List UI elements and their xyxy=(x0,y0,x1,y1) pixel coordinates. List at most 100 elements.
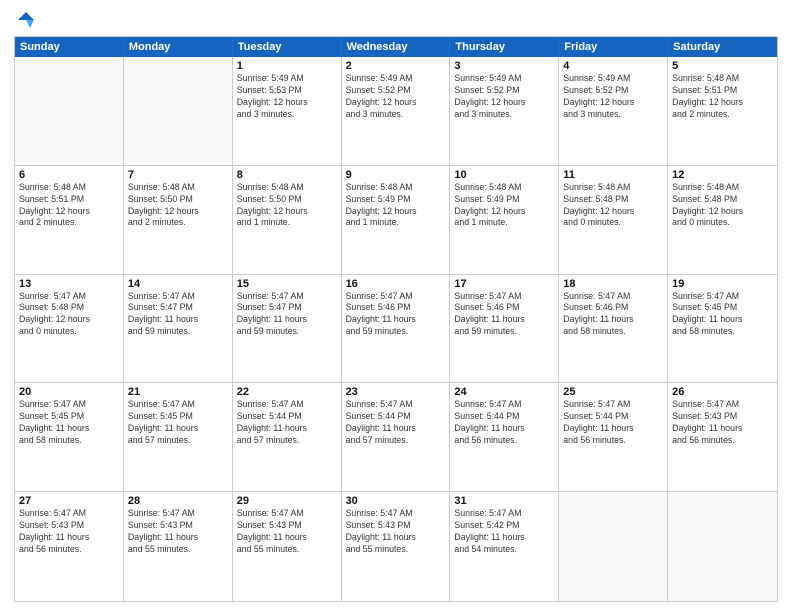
cell-info: Sunrise: 5:49 AM Sunset: 5:52 PM Dayligh… xyxy=(454,73,554,121)
calendar-cell xyxy=(124,57,233,165)
day-number: 16 xyxy=(346,278,446,290)
day-number: 28 xyxy=(128,495,228,507)
header-day-wednesday: Wednesday xyxy=(342,37,451,57)
calendar: SundayMondayTuesdayWednesdayThursdayFrid… xyxy=(14,36,778,602)
cell-info: Sunrise: 5:47 AM Sunset: 5:46 PM Dayligh… xyxy=(454,291,554,339)
header-day-tuesday: Tuesday xyxy=(233,37,342,57)
calendar-cell: 13Sunrise: 5:47 AM Sunset: 5:48 PM Dayli… xyxy=(15,275,124,383)
day-number: 30 xyxy=(346,495,446,507)
header xyxy=(14,10,778,30)
day-number: 13 xyxy=(19,278,119,290)
cell-info: Sunrise: 5:49 AM Sunset: 5:53 PM Dayligh… xyxy=(237,73,337,121)
cell-info: Sunrise: 5:47 AM Sunset: 5:45 PM Dayligh… xyxy=(672,291,773,339)
day-number: 17 xyxy=(454,278,554,290)
calendar-week-5: 27Sunrise: 5:47 AM Sunset: 5:43 PM Dayli… xyxy=(15,492,777,601)
calendar-cell: 10Sunrise: 5:48 AM Sunset: 5:49 PM Dayli… xyxy=(450,166,559,274)
calendar-cell: 7Sunrise: 5:48 AM Sunset: 5:50 PM Daylig… xyxy=(124,166,233,274)
cell-info: Sunrise: 5:49 AM Sunset: 5:52 PM Dayligh… xyxy=(346,73,446,121)
cell-info: Sunrise: 5:47 AM Sunset: 5:47 PM Dayligh… xyxy=(128,291,228,339)
cell-info: Sunrise: 5:47 AM Sunset: 5:42 PM Dayligh… xyxy=(454,508,554,556)
day-number: 23 xyxy=(346,386,446,398)
cell-info: Sunrise: 5:47 AM Sunset: 5:44 PM Dayligh… xyxy=(237,399,337,447)
calendar-cell: 17Sunrise: 5:47 AM Sunset: 5:46 PM Dayli… xyxy=(450,275,559,383)
header-day-thursday: Thursday xyxy=(450,37,559,57)
calendar-cell: 23Sunrise: 5:47 AM Sunset: 5:44 PM Dayli… xyxy=(342,383,451,491)
calendar-cell: 18Sunrise: 5:47 AM Sunset: 5:46 PM Dayli… xyxy=(559,275,668,383)
cell-info: Sunrise: 5:48 AM Sunset: 5:51 PM Dayligh… xyxy=(672,73,773,121)
header-day-saturday: Saturday xyxy=(668,37,777,57)
calendar-cell: 20Sunrise: 5:47 AM Sunset: 5:45 PM Dayli… xyxy=(15,383,124,491)
calendar-cell: 25Sunrise: 5:47 AM Sunset: 5:44 PM Dayli… xyxy=(559,383,668,491)
cell-info: Sunrise: 5:47 AM Sunset: 5:47 PM Dayligh… xyxy=(237,291,337,339)
cell-info: Sunrise: 5:47 AM Sunset: 5:43 PM Dayligh… xyxy=(237,508,337,556)
logo-icon xyxy=(16,10,36,30)
cell-info: Sunrise: 5:47 AM Sunset: 5:44 PM Dayligh… xyxy=(563,399,663,447)
cell-info: Sunrise: 5:47 AM Sunset: 5:43 PM Dayligh… xyxy=(346,508,446,556)
day-number: 10 xyxy=(454,169,554,181)
calendar-cell: 9Sunrise: 5:48 AM Sunset: 5:49 PM Daylig… xyxy=(342,166,451,274)
calendar-cell: 27Sunrise: 5:47 AM Sunset: 5:43 PM Dayli… xyxy=(15,492,124,601)
calendar-week-2: 6Sunrise: 5:48 AM Sunset: 5:51 PM Daylig… xyxy=(15,166,777,275)
day-number: 15 xyxy=(237,278,337,290)
header-day-friday: Friday xyxy=(559,37,668,57)
calendar-cell: 16Sunrise: 5:47 AM Sunset: 5:46 PM Dayli… xyxy=(342,275,451,383)
day-number: 29 xyxy=(237,495,337,507)
calendar-cell xyxy=(15,57,124,165)
cell-info: Sunrise: 5:47 AM Sunset: 5:45 PM Dayligh… xyxy=(128,399,228,447)
cell-info: Sunrise: 5:47 AM Sunset: 5:46 PM Dayligh… xyxy=(346,291,446,339)
cell-info: Sunrise: 5:47 AM Sunset: 5:44 PM Dayligh… xyxy=(346,399,446,447)
day-number: 8 xyxy=(237,169,337,181)
day-number: 19 xyxy=(672,278,773,290)
day-number: 12 xyxy=(672,169,773,181)
calendar-cell: 11Sunrise: 5:48 AM Sunset: 5:48 PM Dayli… xyxy=(559,166,668,274)
calendar-cell: 5Sunrise: 5:48 AM Sunset: 5:51 PM Daylig… xyxy=(668,57,777,165)
calendar-cell: 4Sunrise: 5:49 AM Sunset: 5:52 PM Daylig… xyxy=(559,57,668,165)
calendar-cell: 8Sunrise: 5:48 AM Sunset: 5:50 PM Daylig… xyxy=(233,166,342,274)
day-number: 9 xyxy=(346,169,446,181)
day-number: 7 xyxy=(128,169,228,181)
calendar-week-3: 13Sunrise: 5:47 AM Sunset: 5:48 PM Dayli… xyxy=(15,275,777,384)
calendar-cell: 30Sunrise: 5:47 AM Sunset: 5:43 PM Dayli… xyxy=(342,492,451,601)
cell-info: Sunrise: 5:48 AM Sunset: 5:50 PM Dayligh… xyxy=(237,182,337,230)
calendar-cell: 12Sunrise: 5:48 AM Sunset: 5:48 PM Dayli… xyxy=(668,166,777,274)
day-number: 2 xyxy=(346,60,446,72)
day-number: 20 xyxy=(19,386,119,398)
cell-info: Sunrise: 5:49 AM Sunset: 5:52 PM Dayligh… xyxy=(563,73,663,121)
day-number: 26 xyxy=(672,386,773,398)
cell-info: Sunrise: 5:47 AM Sunset: 5:43 PM Dayligh… xyxy=(19,508,119,556)
cell-info: Sunrise: 5:47 AM Sunset: 5:43 PM Dayligh… xyxy=(128,508,228,556)
cell-info: Sunrise: 5:48 AM Sunset: 5:49 PM Dayligh… xyxy=(454,182,554,230)
cell-info: Sunrise: 5:47 AM Sunset: 5:46 PM Dayligh… xyxy=(563,291,663,339)
calendar-cell: 19Sunrise: 5:47 AM Sunset: 5:45 PM Dayli… xyxy=(668,275,777,383)
cell-info: Sunrise: 5:48 AM Sunset: 5:48 PM Dayligh… xyxy=(672,182,773,230)
day-number: 1 xyxy=(237,60,337,72)
calendar-week-4: 20Sunrise: 5:47 AM Sunset: 5:45 PM Dayli… xyxy=(15,383,777,492)
cell-info: Sunrise: 5:47 AM Sunset: 5:45 PM Dayligh… xyxy=(19,399,119,447)
calendar-cell: 14Sunrise: 5:47 AM Sunset: 5:47 PM Dayli… xyxy=(124,275,233,383)
calendar-cell: 26Sunrise: 5:47 AM Sunset: 5:43 PM Dayli… xyxy=(668,383,777,491)
calendar-cell: 1Sunrise: 5:49 AM Sunset: 5:53 PM Daylig… xyxy=(233,57,342,165)
page: SundayMondayTuesdayWednesdayThursdayFrid… xyxy=(0,0,792,612)
calendar-cell: 2Sunrise: 5:49 AM Sunset: 5:52 PM Daylig… xyxy=(342,57,451,165)
day-number: 27 xyxy=(19,495,119,507)
day-number: 18 xyxy=(563,278,663,290)
calendar-cell: 31Sunrise: 5:47 AM Sunset: 5:42 PM Dayli… xyxy=(450,492,559,601)
header-day-sunday: Sunday xyxy=(15,37,124,57)
day-number: 3 xyxy=(454,60,554,72)
cell-info: Sunrise: 5:47 AM Sunset: 5:48 PM Dayligh… xyxy=(19,291,119,339)
calendar-cell: 6Sunrise: 5:48 AM Sunset: 5:51 PM Daylig… xyxy=(15,166,124,274)
calendar-body: 1Sunrise: 5:49 AM Sunset: 5:53 PM Daylig… xyxy=(15,57,777,601)
cell-info: Sunrise: 5:47 AM Sunset: 5:43 PM Dayligh… xyxy=(672,399,773,447)
cell-info: Sunrise: 5:48 AM Sunset: 5:48 PM Dayligh… xyxy=(563,182,663,230)
day-number: 6 xyxy=(19,169,119,181)
logo xyxy=(14,10,36,30)
calendar-cell: 24Sunrise: 5:47 AM Sunset: 5:44 PM Dayli… xyxy=(450,383,559,491)
calendar-cell: 29Sunrise: 5:47 AM Sunset: 5:43 PM Dayli… xyxy=(233,492,342,601)
cell-info: Sunrise: 5:48 AM Sunset: 5:49 PM Dayligh… xyxy=(346,182,446,230)
cell-info: Sunrise: 5:48 AM Sunset: 5:50 PM Dayligh… xyxy=(128,182,228,230)
calendar-cell: 15Sunrise: 5:47 AM Sunset: 5:47 PM Dayli… xyxy=(233,275,342,383)
calendar-week-1: 1Sunrise: 5:49 AM Sunset: 5:53 PM Daylig… xyxy=(15,57,777,166)
day-number: 24 xyxy=(454,386,554,398)
calendar-cell xyxy=(668,492,777,601)
day-number: 11 xyxy=(563,169,663,181)
